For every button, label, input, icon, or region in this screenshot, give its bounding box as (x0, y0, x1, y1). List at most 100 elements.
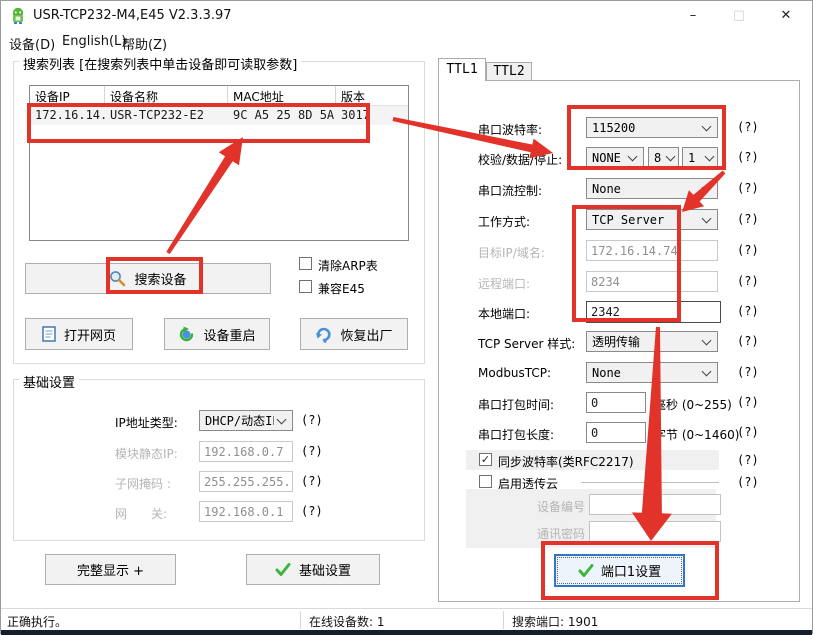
cloud-help[interactable]: (?) (737, 475, 759, 489)
stopbits-value: 1 (683, 151, 702, 165)
baud-label: 串口波特率: (478, 121, 542, 138)
comm-password-input[interactable] (589, 521, 721, 542)
pack-len-help[interactable]: (?) (737, 425, 759, 439)
local-port-input[interactable] (586, 301, 721, 323)
flow-select[interactable]: None (586, 178, 718, 199)
chevron-down-icon (702, 366, 712, 376)
title-bar: USR-TCP232-M4,E45 V2.3.3.97 – □ ✕ (1, 1, 812, 31)
close-button[interactable]: ✕ (764, 1, 808, 31)
databits-select[interactable]: 8 (648, 147, 679, 168)
baud-help[interactable]: (?) (737, 120, 759, 134)
restart-device-label: 设备重启 (203, 325, 255, 344)
subnet-mask-label: 子网掩码 : (115, 475, 171, 492)
col-version[interactable]: 版本 (336, 86, 408, 105)
compat-e45-label: 兼容E45 (318, 280, 365, 297)
parity-label: 校验/数据/停止: (478, 151, 562, 168)
pack-time-label: 串口打包时间: (478, 396, 554, 413)
col-device-name[interactable]: 设备名称 (105, 86, 228, 105)
dest-ip-label: 目标IP/域名: (478, 244, 545, 261)
open-webpage-button[interactable]: 打开网页 (25, 318, 133, 350)
static-ip-help[interactable]: (?) (301, 444, 323, 458)
comm-password-label: 通讯密码 (501, 525, 585, 542)
pack-time-input[interactable] (586, 392, 646, 413)
compat-e45-checkbox[interactable] (299, 280, 312, 293)
subnet-mask-input[interactable] (199, 471, 293, 492)
workmode-help[interactable]: (?) (737, 212, 759, 226)
static-ip-input[interactable] (199, 441, 293, 462)
device-id-input[interactable] (589, 494, 721, 515)
basic-settings-apply-label: 基础设置 (299, 560, 351, 579)
open-webpage-label: 打开网页 (64, 325, 116, 344)
tab-ttl1[interactable]: TTL1 (438, 58, 486, 81)
flow-label: 串口流控制: (478, 182, 542, 199)
static-ip-label: 模块静态IP: (115, 445, 178, 462)
device-table: 设备IP 设备名称 MAC地址 版本 172.16.14.38 USR-TCP2… (29, 85, 409, 241)
stopbits-select[interactable]: 1 (682, 147, 718, 168)
parity-select[interactable]: NONE (586, 147, 644, 168)
search-device-button[interactable]: 搜索设备 (25, 263, 271, 294)
cell-mac: 9C A5 25 8D 5A 81 (228, 106, 336, 125)
cloud-group-line (581, 482, 719, 483)
window-title: USR-TCP232-M4,E45 V2.3.3.97 (33, 8, 232, 23)
status-search-port: 搜索端口: 1901 (512, 613, 598, 630)
baud-select[interactable]: 115200 (586, 117, 718, 138)
pack-len-unit: 字节 (0~1460) (654, 426, 739, 443)
dest-ip-input[interactable] (586, 240, 718, 261)
cell-device-ip: 172.16.14.38 (30, 106, 105, 125)
search-list-title: 搜索列表 [在搜索列表中单击设备即可读取参数] (19, 54, 301, 73)
modbus-help[interactable]: (?) (737, 365, 759, 379)
pack-time-help[interactable]: (?) (737, 395, 759, 409)
col-device-ip[interactable]: 设备IP (30, 86, 105, 105)
sync-baud-help[interactable]: (?) (737, 453, 759, 467)
workmode-value: TCP Server (587, 213, 699, 227)
menu-help[interactable]: 帮助(Z) (119, 34, 170, 53)
flow-value: None (587, 182, 699, 196)
factory-reset-button[interactable]: 恢复出厂 (300, 318, 408, 350)
factory-reset-label: 恢复出厂 (340, 325, 392, 344)
restart-device-button[interactable]: 设备重启 (164, 318, 270, 350)
baud-value: 115200 (587, 121, 699, 135)
clear-arp-checkbox[interactable] (299, 257, 312, 270)
modbus-select[interactable]: None (586, 362, 718, 383)
pack-len-input[interactable] (586, 422, 646, 443)
parity-value: NONE (587, 151, 625, 165)
chevron-down-icon (702, 335, 712, 345)
workmode-select[interactable]: TCP Server (586, 209, 718, 230)
chevron-down-icon (666, 151, 676, 161)
flow-help[interactable]: (?) (737, 181, 759, 195)
table-row[interactable]: 172.16.14.38 USR-TCP232-E2 9C A5 25 8D 5… (30, 106, 408, 125)
port1-settings-label: 端口1设置 (601, 561, 661, 580)
tcpserver-style-select[interactable]: 透明传输 (586, 331, 718, 352)
cell-device-name: USR-TCP232-E2 (105, 106, 228, 125)
chevron-down-icon (628, 151, 638, 161)
minimize-button[interactable]: – (671, 1, 715, 31)
webpage-icon (42, 326, 56, 342)
col-mac[interactable]: MAC地址 (228, 86, 336, 105)
menu-device[interactable]: 设备(D) (6, 34, 58, 53)
status-device-count: 在线设备数: 1 (309, 613, 385, 630)
basic-settings-apply-button[interactable]: 基础设置 (246, 554, 380, 585)
databits-value: 8 (649, 151, 663, 165)
chevron-down-icon (702, 121, 712, 131)
modbus-label: ModbusTCP: (478, 366, 551, 380)
remote-port-help[interactable]: (?) (737, 274, 759, 288)
status-message: 正确执行。 (7, 613, 67, 630)
gateway-help[interactable]: (?) (301, 504, 323, 518)
tab-ttl2[interactable]: TTL2 (486, 62, 532, 81)
parity-help[interactable]: (?) (737, 150, 759, 164)
port1-settings-button[interactable]: 端口1设置 (554, 554, 685, 587)
ip-type-select[interactable]: DHCP/动态IP (199, 410, 293, 431)
tcpserver-style-value: 透明传输 (587, 333, 699, 350)
remote-port-input[interactable] (586, 271, 718, 292)
device-table-header: 设备IP 设备名称 MAC地址 版本 (30, 86, 408, 106)
full-display-button[interactable]: 完整显示 + (45, 554, 176, 585)
local-port-help[interactable]: (?) (737, 304, 759, 318)
dest-ip-help[interactable]: (?) (737, 243, 759, 257)
tcpserver-style-help[interactable]: (?) (737, 334, 759, 348)
ip-type-help[interactable]: (?) (301, 413, 323, 427)
gateway-input[interactable] (199, 501, 293, 522)
search-icon (109, 270, 126, 287)
cloud-checkbox[interactable] (479, 475, 492, 488)
subnet-mask-help[interactable]: (?) (301, 474, 323, 488)
sync-baud-checkbox[interactable]: ✓ (479, 453, 492, 466)
